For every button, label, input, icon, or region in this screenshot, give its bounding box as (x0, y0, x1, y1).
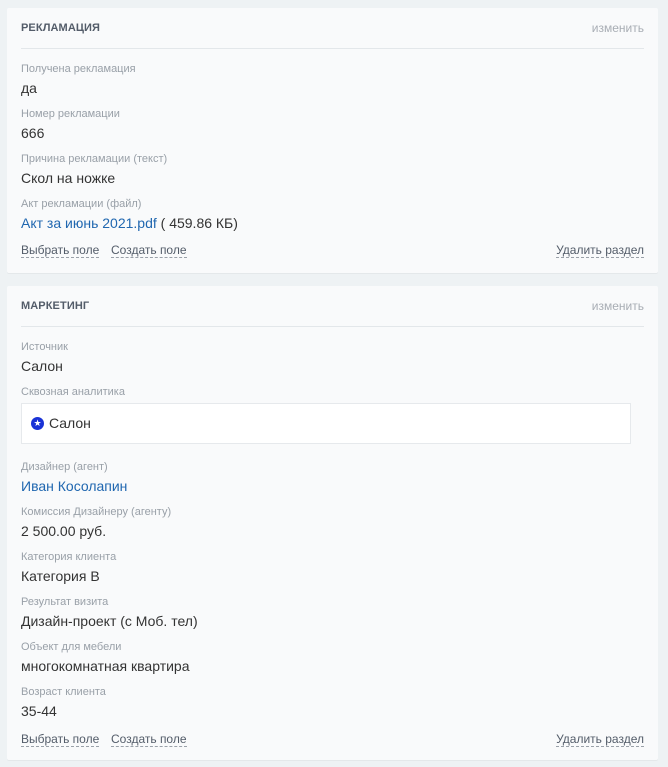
file-line: Акт за июнь 2021.pdf ( 459.86 КБ) (21, 215, 644, 232)
analytics-value: Салон (49, 415, 91, 431)
field-value: многокомнатная квартира (21, 658, 190, 674)
select-field-button[interactable]: Выбрать поле (21, 732, 100, 747)
field-value: 35-44 (21, 703, 57, 719)
field-complaint-received: Получена рекламация да (21, 63, 644, 97)
field-label: Результат визита (21, 596, 109, 608)
star-icon: ★ (31, 417, 44, 430)
field-label: Получена рекламация (21, 63, 136, 75)
field-complaint-reason: Причина рекламации (текст) Скол на ножке (21, 153, 644, 187)
section-title: МАРКЕТИНГ (21, 300, 90, 312)
field-value: да (21, 80, 37, 96)
field-value: Категория В (21, 568, 100, 584)
field-label: Возраст клиента (21, 686, 106, 698)
field-client-category: Категория клиента Категория В (21, 551, 644, 585)
complaint-section: РЕКЛАМАЦИЯ изменить Получена рекламация … (7, 8, 658, 273)
file-link[interactable]: Акт за июнь 2021.pdf (21, 215, 157, 231)
field-label: Причина рекламации (текст) (21, 153, 168, 165)
marketing-section: МАРКЕТИНГ изменить Источник Салон Сквозн… (7, 286, 658, 760)
select-field-button[interactable]: Выбрать поле (21, 243, 100, 258)
field-value: Салон (21, 358, 63, 374)
field-label: Источник (21, 341, 68, 353)
edit-section-link[interactable]: изменить (592, 21, 644, 35)
field-visit-result: Результат визита Дизайн-проект (с Моб. т… (21, 596, 644, 630)
field-label: Категория клиента (21, 551, 117, 563)
section-title: РЕКЛАМАЦИЯ (21, 22, 101, 34)
field-analytics: Сквозная аналитика (21, 386, 644, 399)
field-label: Объект для мебели (21, 641, 122, 653)
designer-link[interactable]: Иван Косолапин (21, 478, 644, 495)
field-value: 666 (21, 125, 45, 141)
field-label: Дизайнер (агент) (21, 461, 108, 473)
field-client-age: Возраст клиента 35-44 (21, 686, 644, 720)
field-source: Источник Салон (21, 341, 644, 375)
field-commission: Комиссия Дизайнеру (агенту) 2 500.00 руб… (21, 506, 644, 540)
field-label: Комиссия Дизайнеру (агенту) (21, 506, 172, 518)
field-value: 2 500.00 руб. (21, 523, 107, 539)
analytics-box: ★ Салон (21, 403, 631, 444)
field-complaint-file: Акт рекламации (файл) Акт за июнь 2021.p… (21, 198, 644, 232)
file-size: ( 459.86 КБ) (160, 215, 238, 231)
field-label: Акт рекламации (файл) (21, 198, 142, 210)
field-value: Скол на ножке (21, 170, 116, 186)
section-actions: Выбрать поле Создать поле Удалить раздел (21, 243, 644, 259)
field-value: Дизайн-проект (с Моб. тел) (21, 613, 198, 629)
create-field-button[interactable]: Создать поле (111, 243, 187, 258)
delete-section-button[interactable]: Удалить раздел (556, 732, 644, 747)
field-complaint-number: Номер рекламации 666 (21, 108, 644, 142)
create-field-button[interactable]: Создать поле (111, 732, 187, 747)
field-designer: Дизайнер (агент) Иван Косолапин (21, 461, 644, 495)
section-header: МАРКЕТИНГ изменить (21, 286, 644, 327)
field-label: Номер рекламации (21, 108, 120, 120)
field-furniture-object: Объект для мебели многокомнатная квартир… (21, 641, 644, 675)
edit-section-link[interactable]: изменить (592, 299, 644, 313)
section-actions: Выбрать поле Создать поле Удалить раздел (21, 732, 644, 748)
field-label: Сквозная аналитика (21, 386, 125, 398)
delete-section-button[interactable]: Удалить раздел (556, 243, 644, 258)
section-header: РЕКЛАМАЦИЯ изменить (21, 8, 644, 49)
